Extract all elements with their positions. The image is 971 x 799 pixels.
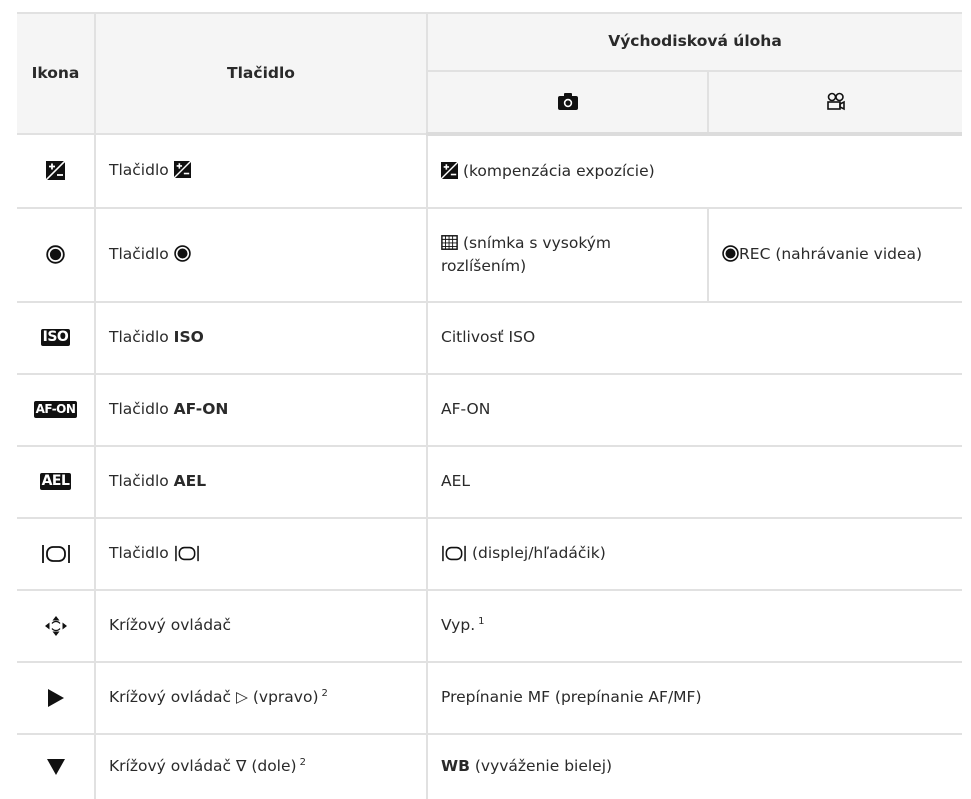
function-cell: AF-ON	[425, 373, 963, 447]
function-cell: WB (vyváženie bielej)	[425, 733, 963, 799]
icon-cell	[17, 733, 96, 799]
button-cell: Krížový ovládač ▷ (vpravo) 2	[94, 661, 428, 735]
lv-display-icon	[41, 544, 70, 563]
button-cell: Tlačidlo	[94, 133, 428, 209]
camera-icon	[557, 93, 578, 111]
movie-camera-icon	[826, 92, 845, 111]
table-row: Tlačidlo (kompenzácia expozície)	[17, 133, 963, 209]
button-cell: Tlačidlo AF-ON	[94, 373, 428, 447]
button-cell: Tlačidlo AEL	[94, 445, 428, 519]
icon-cell	[17, 661, 96, 735]
header-default-function: Východisková úloha	[425, 12, 963, 72]
table-row: AEL Tlačidlo AEL AEL	[17, 445, 963, 519]
function-cell: (displej/hľadáčik)	[425, 517, 963, 591]
function-video-cell: REC (nahrávanie videa)	[706, 207, 963, 303]
table-row: ISO Tlačidlo ISO Citlivosť ISO	[17, 301, 963, 375]
icon-cell	[17, 517, 96, 591]
button-cell: Tlačidlo	[94, 207, 428, 303]
right-arrow-symbol: ▷	[236, 688, 248, 707]
function-cell: (kompenzácia expozície)	[425, 133, 963, 209]
icon-cell	[17, 207, 96, 303]
icon-cell	[17, 589, 96, 663]
multi-selector-icon	[44, 615, 67, 636]
function-cell: Vyp. 1	[425, 589, 963, 663]
function-cell: AEL	[425, 445, 963, 519]
high-res-shot-icon	[441, 234, 458, 250]
af-on-icon: AF-ON	[33, 401, 78, 419]
record-icon	[46, 245, 65, 265]
table-row: Krížový ovládač ∇ (dole) 2 WB (vyváženie …	[17, 733, 963, 799]
button-cell: Krížový ovládač	[94, 589, 428, 663]
play-right-icon	[47, 688, 64, 707]
function-cell: Prepínanie MF (prepínanie AF/MF)	[425, 661, 963, 735]
header-icon: Ikona	[17, 12, 96, 135]
icon-cell: ISO	[17, 301, 96, 375]
button-cell: Krížový ovládač ∇ (dole) 2	[94, 733, 428, 799]
iso-icon: ISO	[40, 329, 71, 347]
button-function-table: Ikona Tlačidlo Východisková úloha Tlačid…	[17, 12, 963, 799]
record-icon	[173, 245, 191, 263]
ael-icon: AEL	[39, 473, 72, 491]
icon-cell: AEL	[17, 445, 96, 519]
exposure-compensation-icon	[441, 161, 458, 179]
table-row: Tlačidlo (snímka s vysokým rozlíšením) R…	[17, 207, 963, 303]
lv-display-icon	[174, 546, 199, 562]
exposure-compensation-icon	[173, 161, 191, 179]
header-photo	[427, 70, 709, 136]
button-cell: Tlačidlo ISO	[94, 301, 428, 375]
record-icon	[722, 245, 739, 263]
icon-cell	[17, 133, 96, 209]
down-arrow-symbol: ∇	[236, 757, 247, 776]
down-arrow-icon	[46, 758, 65, 775]
function-photo-cell: (snímka s vysokým rozlíšením)	[426, 207, 709, 303]
button-cell: Tlačidlo	[94, 517, 428, 591]
function-cell: Citlivosť ISO	[425, 301, 963, 375]
table-row: Tlačidlo (displej/hľadáčik)	[17, 517, 963, 591]
table-row: Krížový ovládač ▷ (vpravo) 2 Prepínanie M…	[17, 661, 963, 735]
header-button: Tlačidlo	[94, 12, 428, 135]
table-row: AF-ON Tlačidlo AF-ON AF-ON	[17, 373, 963, 447]
icon-cell: AF-ON	[17, 373, 96, 447]
exposure-compensation-icon	[46, 161, 65, 181]
lv-display-icon	[442, 546, 466, 562]
table-row: Krížový ovládač Vyp. 1	[17, 589, 963, 663]
header-video	[706, 70, 963, 136]
